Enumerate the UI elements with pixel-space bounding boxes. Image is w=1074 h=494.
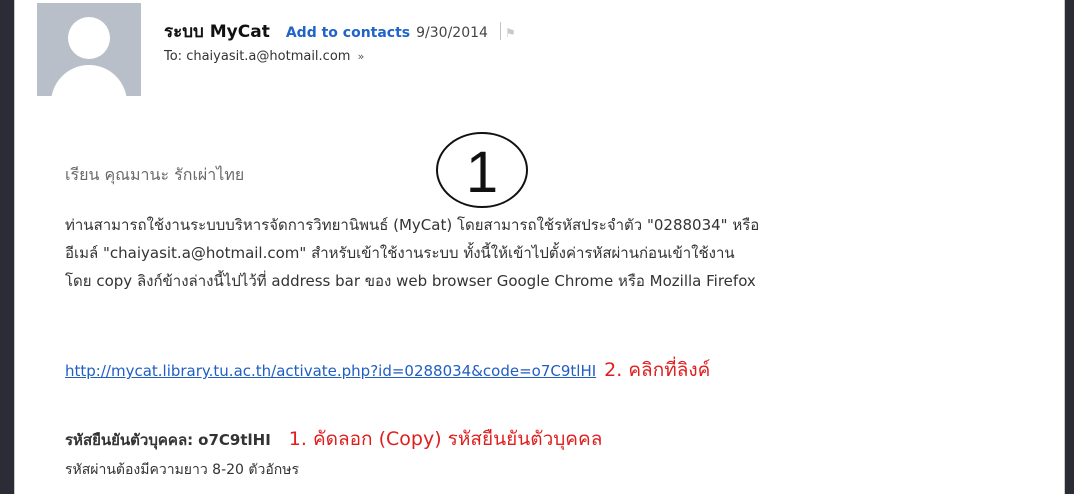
avatar-head	[68, 17, 110, 59]
verification-code-row: รหัสยืนยันตัวบุคคล: o7C9tlHI 1. คัดลอก (…	[65, 424, 602, 454]
password-rule-text: รหัสผ่านต้องมีความยาว 8-20 ตัวอักษร	[65, 462, 299, 478]
click-link-annotation: 2. คลิกที่ลิงค์	[604, 359, 711, 381]
greeting: เรียน คุณมานะ รักเผ่าไทย	[65, 165, 245, 184]
activation-link[interactable]: http://mycat.library.tu.ac.th/activate.p…	[65, 362, 596, 380]
recipient-text: To: chaiyasit.a@hotmail.com	[164, 49, 351, 64]
copy-code-annotation: 1. คัดลอก (Copy) รหัสยืนยันตัวบุคคล	[288, 428, 603, 450]
avatar-body	[51, 65, 127, 96]
step-one-circle-marker: 1	[436, 132, 528, 208]
chevron-down-icon[interactable]: »	[358, 50, 365, 63]
flag-icon[interactable]: ⚑	[505, 26, 516, 40]
activation-link-row: http://mycat.library.tu.ac.th/activate.p…	[65, 355, 710, 385]
sender-avatar-icon	[37, 3, 141, 96]
sender-row: ระบบ MyCat Add to contacts 9/30/2014 ⚑	[164, 18, 516, 44]
paragraph-line: ท่านสามารถใช้งานระบบบริหารจัดการวิทยานิพ…	[65, 216, 760, 234]
email-reading-pane: ระบบ MyCat Add to contacts 9/30/2014 ⚑ T…	[14, 0, 1065, 494]
sender-name[interactable]: ระบบ MyCat	[164, 18, 270, 45]
recipient-line: To: chaiyasit.a@hotmail.com »	[164, 49, 364, 64]
message-paragraph: ท่านสามารถใช้งานระบบบริหารจัดการวิทยานิพ…	[65, 211, 1045, 295]
paragraph-line: อีเมล์ "chaiyasit.a@hotmail.com" สำหรับเ…	[65, 244, 735, 262]
message-date: 9/30/2014	[416, 25, 488, 41]
verification-code-label: รหัสยืนยันตัวบุคคล:	[65, 431, 194, 449]
paragraph-line: โดย copy ลิงก์ข้างล่างนี้ไปไว้ที่ addres…	[65, 272, 756, 290]
header-divider	[499, 22, 501, 40]
circle-number: 1	[466, 140, 498, 205]
verification-code-value[interactable]: o7C9tlHI	[198, 431, 271, 449]
add-to-contacts-link[interactable]: Add to contacts	[286, 25, 410, 41]
